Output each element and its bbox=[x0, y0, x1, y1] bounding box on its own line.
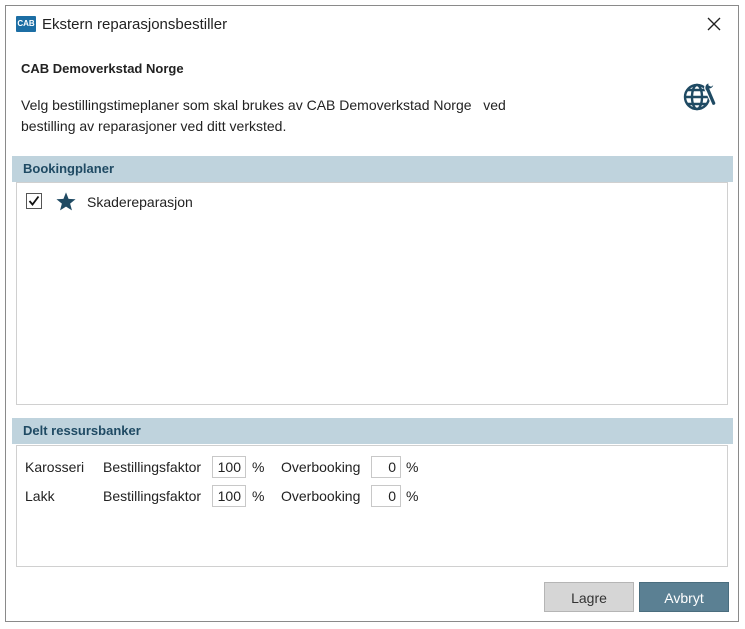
star-icon bbox=[56, 192, 76, 211]
factor-label: Bestillingsfaktor bbox=[103, 488, 202, 504]
shared-resources-panel: Karosseri Bestillingsfaktor % Overbookin… bbox=[16, 445, 728, 567]
resource-name: Karosseri bbox=[25, 459, 85, 475]
cancel-button[interactable]: Avbryt bbox=[639, 582, 729, 612]
factor-label: Bestillingsfaktor bbox=[103, 459, 202, 475]
description-text: Velg bestillingstimeplaner som skal bruk… bbox=[21, 97, 506, 134]
factor-input[interactable] bbox=[212, 456, 246, 478]
title-bar: CAB Ekstern reparasjonsbestiller bbox=[6, 6, 738, 42]
shared-resources-header: Delt ressursbanker bbox=[12, 418, 733, 444]
dialog-window: CAB Ekstern reparasjonsbestiller CAB Dem… bbox=[5, 5, 739, 622]
close-icon[interactable] bbox=[704, 14, 724, 34]
booking-plans-header: Bookingplaner bbox=[12, 156, 733, 182]
checkmark-icon bbox=[28, 195, 40, 206]
save-button[interactable]: Lagre bbox=[544, 582, 634, 612]
app-logo: CAB bbox=[16, 16, 36, 32]
overbooking-label: Overbooking bbox=[281, 459, 361, 475]
factor-input[interactable] bbox=[212, 485, 246, 507]
overbooking-label: Overbooking bbox=[281, 488, 361, 504]
overbooking-input[interactable] bbox=[371, 456, 401, 478]
overbooking-unit: % bbox=[406, 488, 419, 504]
overbooking-input[interactable] bbox=[371, 485, 401, 507]
globe-wrench-icon bbox=[683, 80, 717, 111]
factor-unit: % bbox=[252, 459, 265, 475]
window-title: Ekstern reparasjonsbestiller bbox=[42, 16, 228, 33]
resource-name: Lakk bbox=[25, 488, 55, 504]
overbooking-unit: % bbox=[406, 459, 419, 475]
booking-plan-label: Skadereparasjon bbox=[87, 194, 193, 210]
factor-unit: % bbox=[252, 488, 265, 504]
booking-plans-list: Skadereparasjon bbox=[16, 182, 728, 405]
skadereparasjon-checkbox[interactable] bbox=[26, 193, 42, 209]
company-name: CAB Demoverkstad Norge bbox=[21, 61, 184, 76]
